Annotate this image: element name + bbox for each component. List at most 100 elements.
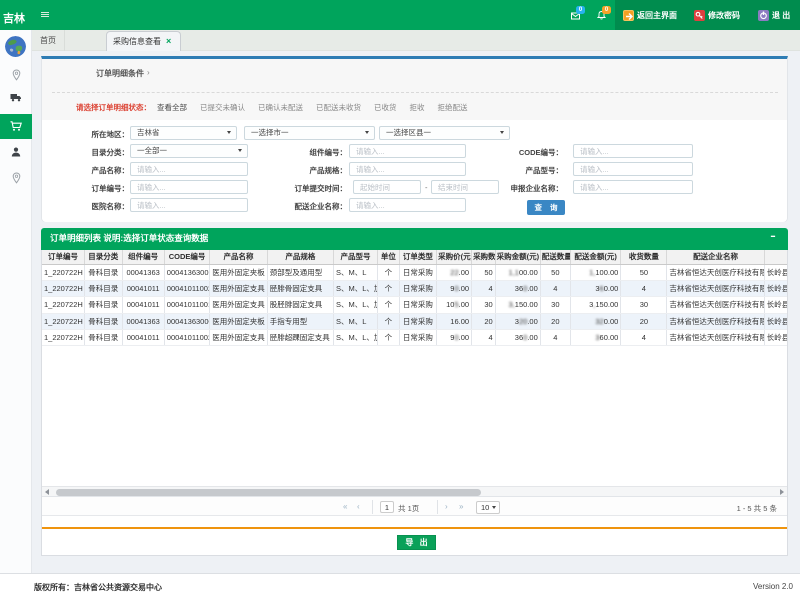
status-option[interactable]: 拒绝配送	[438, 103, 468, 112]
status-option[interactable]: 已收货	[374, 103, 397, 112]
filter-input[interactable]	[349, 144, 466, 158]
column-header[interactable]: 产品名称	[210, 250, 268, 264]
filter-input-field[interactable]	[574, 181, 692, 193]
filter-input[interactable]	[130, 180, 248, 194]
hamburger-menu-icon[interactable]	[41, 12, 49, 18]
table-cell: 长岭县人民医院	[764, 280, 787, 296]
column-header[interactable]: 目录分类	[85, 250, 123, 264]
column-header[interactable]: 配送数量	[540, 250, 570, 264]
column-header[interactable]: 组件编号	[122, 250, 164, 264]
column-header[interactable]: 配送金额(元)	[570, 250, 620, 264]
column-header[interactable]: 采购金额(元)	[495, 250, 540, 264]
column-header[interactable]: 收货数量	[621, 250, 667, 264]
column-header[interactable]: 产品型号	[333, 250, 377, 264]
table-row[interactable]: 1_220722H骨科目录0004101100041011002医用外固定支具胫…	[42, 330, 787, 346]
table-cell: 个	[377, 297, 399, 313]
column-header[interactable]: 采购价(元)	[437, 250, 472, 264]
table-row[interactable]: 1_220722H骨科目录0004101100041011002医用外固定支具胫…	[42, 280, 787, 296]
column-header[interactable]: 配送企业名称	[667, 250, 764, 264]
table-cell: 医用外固定夹板	[210, 264, 268, 280]
table-cell: 医用外固定支具	[210, 280, 268, 296]
orders-table: 订单编号目录分类组件编号CODE编号产品名称产品规格产品型号单位订单类型采购价(…	[42, 250, 787, 346]
filter-input[interactable]	[130, 198, 248, 212]
status-option[interactable]: 已配送未收货	[316, 103, 361, 112]
horizontal-scrollbar[interactable]	[42, 486, 787, 496]
filter-input-field[interactable]	[350, 163, 465, 175]
sidebar-item-user[interactable]	[0, 147, 32, 165]
table-row[interactable]: 1_220722H骨科目录0004136300041363000医用外固定夹板手…	[42, 313, 787, 329]
table-cell: 骨科目录	[85, 264, 123, 280]
column-header[interactable]: 订单类型	[399, 250, 437, 264]
filter-select[interactable]: 吉林省	[130, 126, 237, 140]
filter-input-field[interactable]	[350, 199, 465, 211]
column-header[interactable]: 单位	[377, 250, 399, 264]
filter-select[interactable]: 一选择市一	[244, 126, 375, 140]
column-header[interactable]: 医院名称	[764, 250, 787, 264]
table-cell: 00041011002	[164, 280, 210, 296]
filter-input-field[interactable]	[574, 145, 692, 157]
app-logo: 吉林	[3, 10, 25, 26]
pager-last-icon[interactable]: »	[459, 503, 462, 511]
filter-input-field[interactable]	[131, 199, 247, 211]
table-cell: 医用外固定夹板	[210, 313, 268, 329]
filter-input-field[interactable]	[574, 163, 692, 175]
scroll-left-icon[interactable]	[45, 489, 49, 495]
table-cell: 4	[540, 330, 570, 346]
sidebar-item-delivery[interactable]	[0, 93, 32, 111]
filter-input[interactable]	[573, 162, 693, 176]
filter-select[interactable]: 一选择区县一	[379, 126, 510, 140]
field-label: 医院名称：	[49, 201, 129, 212]
table-cell: 吉林省恒达天创医疗科技有限公司	[667, 264, 764, 280]
table-cell: 00041011	[122, 330, 164, 346]
return-main-button[interactable]: 返回主界面	[623, 0, 677, 30]
filter-input[interactable]	[353, 180, 421, 194]
status-option[interactable]: 拒收	[410, 103, 425, 112]
status-option[interactable]: 查看全部	[157, 103, 187, 112]
table-cell: 90.00	[437, 280, 472, 296]
pager-next-icon[interactable]: ›	[445, 503, 447, 511]
collapse-icon[interactable]: -	[764, 230, 782, 244]
pager-page-size-select[interactable]: 10	[476, 501, 500, 514]
search-button[interactable]: 查 询	[527, 200, 565, 215]
top-navbar: 吉林 0 0 返回主界面 修改密码	[0, 0, 800, 30]
status-option[interactable]: 已提交未确认	[200, 103, 245, 112]
filter-input[interactable]	[573, 144, 693, 158]
column-header[interactable]: CODE编号	[164, 250, 210, 264]
table-cell: 3,150.00	[495, 297, 540, 313]
sidebar-item-location-2[interactable]	[0, 172, 32, 190]
column-header[interactable]: 订单编号	[42, 250, 85, 264]
filter-input[interactable]	[349, 198, 466, 212]
table-cell: 个	[377, 313, 399, 329]
filter-input-field[interactable]	[354, 181, 420, 193]
table-cell: 医用外固定支具	[210, 330, 268, 346]
filter-input[interactable]	[573, 180, 693, 194]
status-option[interactable]: 已确认未配送	[258, 103, 303, 112]
sidebar-item-cart-active[interactable]	[0, 114, 32, 139]
filter-select[interactable]: 一全部一	[130, 144, 248, 158]
table-cell: 1_220722H	[42, 297, 85, 313]
table-row[interactable]: 1_220722H骨科目录0004101100041011001医用外固定支具股…	[42, 297, 787, 313]
table-cell: 30	[621, 297, 667, 313]
pager-page-input[interactable]: 1	[380, 501, 394, 513]
table-cell: 4	[540, 280, 570, 296]
column-header[interactable]: 产品规格	[267, 250, 333, 264]
pager-first-icon[interactable]: «	[343, 503, 346, 511]
filter-input[interactable]	[130, 162, 248, 176]
avatar[interactable]	[5, 36, 26, 57]
filter-input[interactable]	[349, 162, 466, 176]
tab-close-icon[interactable]: ×	[166, 36, 175, 47]
logout-button[interactable]: 退 出	[758, 0, 790, 30]
filter-input-field[interactable]	[350, 145, 465, 157]
change-password-button[interactable]: 修改密码	[694, 0, 740, 30]
tab-purchase-info[interactable]: 采购信息查看 ×	[106, 31, 181, 51]
scroll-right-icon[interactable]	[780, 489, 784, 495]
tab-home[interactable]: 首页	[32, 30, 65, 51]
scrollbar-thumb[interactable]	[56, 489, 481, 496]
table-row[interactable]: 1_220722H骨科目录0004136300041363001医用外固定夹板颈…	[42, 264, 787, 280]
sidebar-item-location-1[interactable]	[0, 69, 32, 87]
filter-input-field[interactable]	[131, 163, 247, 175]
pager-prev-icon[interactable]: ‹	[357, 503, 359, 511]
export-button[interactable]: 导 出	[397, 535, 436, 550]
filter-input-field[interactable]	[131, 181, 247, 193]
column-header[interactable]: 采购数量	[472, 250, 496, 264]
